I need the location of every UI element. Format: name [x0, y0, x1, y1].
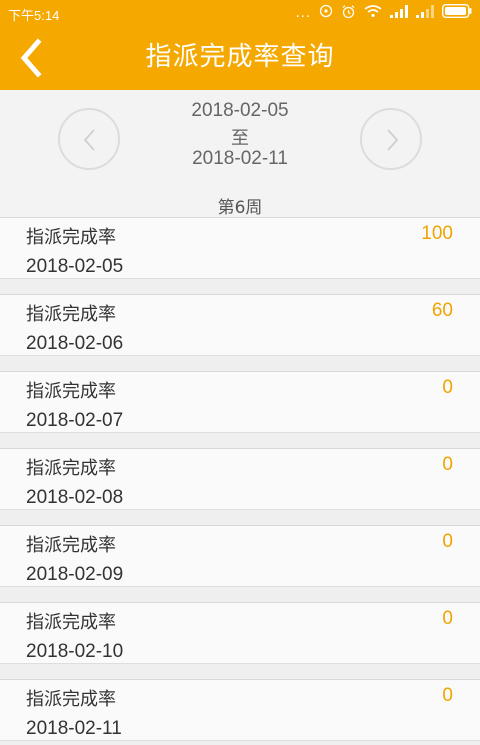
- item-date: 2018-02-08: [26, 487, 124, 508]
- item-date: 2018-02-11: [26, 718, 122, 739]
- page-title: 指派完成率查询: [145, 42, 335, 72]
- item-label: 指派完成率: [26, 612, 116, 633]
- list-item[interactable]: 指派完成率 0 2018-02-07: [0, 371, 480, 433]
- item-label: 指派完成率: [26, 381, 116, 402]
- alarm-clock-icon: [341, 4, 356, 23]
- item-value: 60: [431, 300, 453, 321]
- item-value: 100: [421, 223, 453, 244]
- title-bar: 指派完成率查询: [0, 26, 480, 90]
- status-time: 下午5:14: [8, 8, 60, 23]
- week-number-label: 第6周: [217, 198, 263, 218]
- item-label: 指派完成率: [26, 535, 116, 556]
- battery-icon: [441, 3, 472, 22]
- item-date: 2018-02-07: [26, 410, 124, 431]
- list-item[interactable]: 指派完成率 0 2018-02-08: [0, 448, 480, 510]
- list-item[interactable]: 指派完成率 0 2018-02-11: [0, 679, 480, 741]
- item-value: 0: [442, 531, 453, 552]
- list-item[interactable]: 指派完成率 0 2018-02-10: [0, 602, 480, 664]
- week-selector: 2018-02-05 至 2018-02-11 第6周: [0, 90, 480, 218]
- item-label: 指派完成率: [26, 304, 116, 325]
- item-label: 指派完成率: [26, 227, 116, 248]
- item-value: 0: [442, 685, 453, 706]
- item-value: 0: [442, 377, 453, 398]
- alarm-icon: [319, 4, 333, 22]
- list-item[interactable]: 指派完成率 60 2018-02-06: [0, 294, 480, 356]
- week-start-date: 2018-02-05: [191, 100, 289, 121]
- list-item[interactable]: 指派完成率 0 2018-02-09: [0, 525, 480, 587]
- date-range-separator: 至: [231, 128, 249, 149]
- previous-week-button[interactable]: [58, 108, 120, 170]
- signal-icon: [416, 4, 434, 22]
- next-week-button[interactable]: [360, 108, 422, 170]
- list-item[interactable]: 指派完成率 100 2018-02-05: [0, 217, 480, 279]
- item-date: 2018-02-10: [26, 641, 124, 662]
- status-bar: 下午5:14 ...: [0, 0, 480, 26]
- item-date: 2018-02-06: [26, 333, 124, 354]
- status-icons: ...: [295, 3, 472, 23]
- week-end-date: 2018-02-11: [192, 148, 288, 169]
- more-dots-icon: ...: [295, 5, 311, 21]
- wifi-icon: [364, 4, 382, 22]
- item-label: 指派完成率: [26, 458, 116, 479]
- item-value: 0: [442, 608, 453, 629]
- item-value: 0: [442, 454, 453, 475]
- item-label: 指派完成率: [26, 689, 116, 710]
- signal-icon: [390, 4, 408, 22]
- item-date: 2018-02-05: [26, 256, 124, 277]
- item-date: 2018-02-09: [26, 564, 124, 585]
